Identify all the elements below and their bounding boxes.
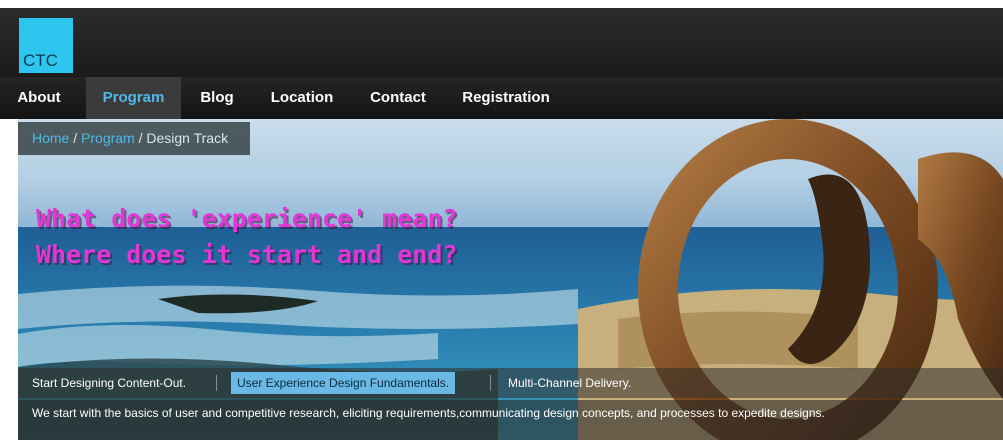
nav-item-location[interactable]: Location	[258, 77, 346, 119]
site-header: CTC	[0, 8, 1003, 77]
top-strip	[0, 0, 1003, 8]
hero-banner: Home / Program / Design Track What does …	[18, 119, 1003, 440]
main-nav: About Program Blog Location Contact Regi…	[0, 77, 1003, 119]
tab-multi-channel[interactable]: Multi-Channel Delivery.	[508, 372, 631, 394]
breadcrumb-separator: /	[134, 130, 147, 146]
ctc-logo[interactable]: CTC	[19, 18, 73, 73]
nav-item-blog[interactable]: Blog	[186, 77, 248, 119]
hero-headline: What does 'experience' mean? Where does …	[36, 201, 457, 273]
logo-text: CTC	[23, 51, 58, 70]
headline-line-2: Where does it start and end?	[36, 240, 458, 269]
breadcrumb-separator: /	[69, 130, 82, 146]
nav-item-registration[interactable]: Registration	[450, 77, 562, 119]
track-tabs: Start Designing Content-Out. User Experi…	[18, 368, 1003, 398]
tab-content-out[interactable]: Start Designing Content-Out.	[32, 372, 186, 394]
tab-ux-fundamentals[interactable]: User Experience Design Fundamentals.	[231, 372, 456, 394]
breadcrumb: Home / Program / Design Track	[18, 122, 250, 155]
nav-item-program[interactable]: Program	[86, 77, 181, 119]
tab-divider	[216, 375, 217, 391]
nav-item-contact[interactable]: Contact	[356, 77, 440, 119]
nav-item-about[interactable]: About	[0, 77, 78, 119]
breadcrumb-current: Design Track	[146, 130, 229, 146]
breadcrumb-program-link[interactable]: Program	[81, 130, 135, 146]
track-description: We start with the basics of user and com…	[18, 400, 1003, 440]
tab-divider	[490, 375, 491, 391]
breadcrumb-home-link[interactable]: Home	[32, 130, 69, 146]
headline-line-1: What does 'experience' mean?	[36, 204, 458, 233]
